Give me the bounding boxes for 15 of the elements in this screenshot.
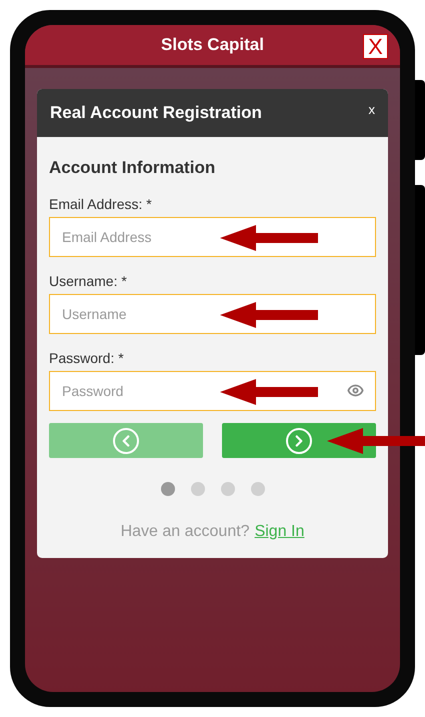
section-title: Account Information <box>49 157 216 179</box>
input-field[interactable]: Username <box>49 294 376 334</box>
show-password-icon[interactable] <box>347 382 364 399</box>
modal-title: Real Account Registration <box>50 102 262 124</box>
close-button[interactable]: X <box>363 34 388 59</box>
password-field[interactable]: Password <box>49 371 376 411</box>
footer-text: Have an account? <box>120 522 250 542</box>
chevron-right-icon <box>286 428 312 454</box>
chevron-left-icon <box>113 428 139 454</box>
input-field[interactable]: Email Address <box>49 217 376 257</box>
field-label: Password: * <box>49 349 125 367</box>
field-label: Email Address: * <box>49 195 153 213</box>
app-title: Slots Capital <box>161 34 264 56</box>
modal-close-button[interactable]: x <box>368 100 375 120</box>
field-label: Username: * <box>49 272 128 290</box>
